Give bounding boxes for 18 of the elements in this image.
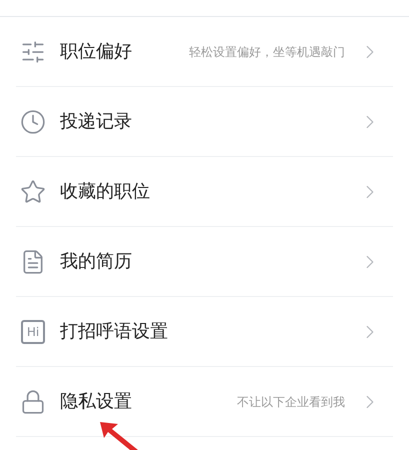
menu-item[interactable]: 收藏的职位	[16, 157, 393, 227]
star-icon	[20, 178, 46, 204]
menu-hint: 轻松设置偏好，坐等机遇敲门	[189, 44, 345, 60]
menu-item[interactable]: 我的简历	[16, 227, 393, 297]
menu-label: 隐私设置	[60, 390, 132, 414]
clock-icon	[20, 108, 46, 134]
greeting-icon: Hi	[21, 320, 45, 344]
menu-label: 我的简历	[60, 250, 132, 274]
menu-label: 收藏的职位	[60, 180, 150, 204]
lock-icon	[20, 388, 46, 414]
menu-item[interactable]: 投递记录	[16, 87, 393, 157]
menu-item[interactable]: Hi 打招呼语设置	[16, 297, 393, 367]
sliders-icon	[20, 38, 46, 64]
menu-label: 打招呼语设置	[60, 320, 168, 344]
menu-label: 职位偏好	[60, 40, 132, 64]
menu-label: 投递记录	[60, 110, 132, 134]
menu-hint: 不让以下企业看到我	[237, 394, 345, 410]
menu-item[interactable]: 职位偏好 轻松设置偏好，坐等机遇敲门	[16, 17, 393, 87]
